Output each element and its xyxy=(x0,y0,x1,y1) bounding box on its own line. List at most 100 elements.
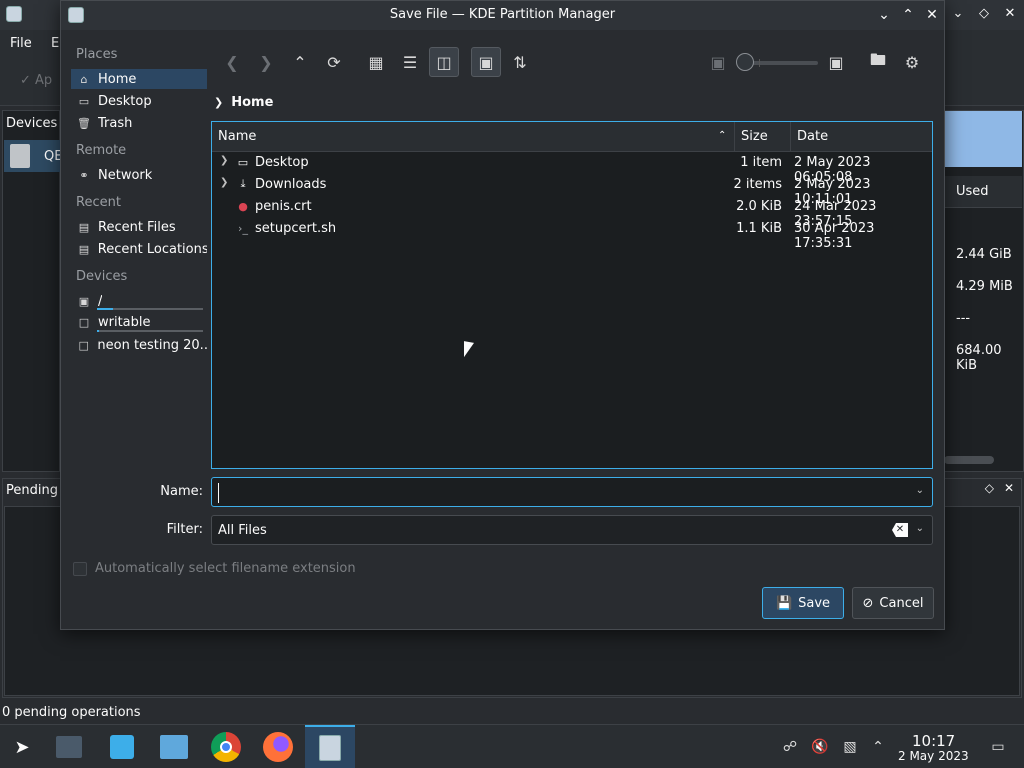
place-recent-locations[interactable]: ▤ Recent Locations xyxy=(71,239,207,259)
partition-graph-selected[interactable] xyxy=(944,111,1022,167)
preview-button[interactable]: ▣ xyxy=(471,47,501,77)
zoom-in-icon: ▣ xyxy=(828,52,844,72)
devices-panel-title: Devices xyxy=(6,116,58,131)
recent-files-icon: ▤ xyxy=(78,220,90,234)
new-folder-button[interactable]: 🖿 xyxy=(863,47,893,77)
reload-button[interactable]: ⟳ xyxy=(319,47,349,77)
keep-above-icon[interactable]: ◇ xyxy=(976,5,992,23)
sort-button[interactable]: ⇅ xyxy=(505,47,535,77)
forward-button[interactable]: ❯ xyxy=(251,47,281,77)
capacity-bar xyxy=(97,330,203,332)
breadcrumb: ❯ Home xyxy=(214,95,273,110)
clock-date[interactable]: 2 May 2023 xyxy=(898,749,969,763)
discover-button[interactable] xyxy=(106,731,138,763)
zoom-out-icon: ▣ xyxy=(710,52,726,72)
forward-icon: ❯ xyxy=(259,52,273,72)
column-header-name[interactable]: Name xyxy=(212,122,734,152)
show-desktop-icon[interactable]: ▭ xyxy=(988,737,1008,757)
tree-view-button[interactable]: ◫ xyxy=(429,47,459,77)
used-value: 684.00 KiB xyxy=(956,343,1002,373)
used-column-header[interactable]: Used xyxy=(944,176,1022,208)
place-trash[interactable]: 🗑 Trash xyxy=(71,113,207,133)
cancel-button[interactable]: ⊘ Cancel xyxy=(852,587,934,619)
firefox-button[interactable] xyxy=(262,731,294,763)
chrome-button[interactable] xyxy=(210,731,242,763)
column-header-date[interactable]: Date xyxy=(791,122,931,152)
file-list-header: Name ⌃ Size Date xyxy=(212,122,932,152)
options-button[interactable]: ⚙ xyxy=(897,47,927,77)
download-folder-icon: ⤓ xyxy=(240,177,246,190)
zoom-out-button[interactable]: ▣ xyxy=(703,47,733,77)
place-recent-files[interactable]: ▤ Recent Files xyxy=(71,217,207,237)
file-row[interactable]: ❯ ▭ Desktop 1 item 2 May 2023 06:05:08 xyxy=(212,152,932,185)
compact-view-button[interactable]: ☰ xyxy=(395,47,425,77)
sort-icon: ⇅ xyxy=(513,52,527,72)
network-icon: ⚭ xyxy=(79,168,89,182)
place-desktop[interactable]: ▭ Desktop xyxy=(71,91,207,111)
minimize-icon[interactable]: ⌄ xyxy=(950,5,966,23)
icons-view-button[interactable]: ▦ xyxy=(361,47,391,77)
expand-chevron-icon[interactable]: ❯ xyxy=(220,177,228,188)
close-icon[interactable]: ✕ xyxy=(924,5,940,25)
parent-folder-button[interactable]: ⌃ xyxy=(285,47,315,77)
menu-edit[interactable]: E xyxy=(51,36,59,51)
network-tray-icon[interactable]: ☍ xyxy=(780,737,800,757)
display-tray-icon[interactable]: ▧ xyxy=(840,737,860,757)
menu-file[interactable]: File xyxy=(10,36,32,51)
file-manager-button[interactable] xyxy=(158,731,190,763)
maximize-icon[interactable]: ⌃ xyxy=(900,5,916,25)
back-icon: ❮ xyxy=(225,52,239,72)
expand-chevron-icon[interactable]: ❯ xyxy=(220,155,228,166)
zoom-in-button[interactable]: ▣ xyxy=(821,47,851,77)
checkbox-box[interactable] xyxy=(73,561,87,576)
back-button[interactable]: ❮ xyxy=(217,47,247,77)
places-section-header: Places xyxy=(76,47,118,62)
auto-extension-checkbox[interactable]: Automatically select filename extension xyxy=(73,561,356,576)
partition-manager-app-icon xyxy=(6,6,22,22)
filename-input[interactable] xyxy=(218,483,898,503)
apply-button[interactable]: ✓ Ap xyxy=(20,73,52,88)
breadcrumb-chevron-icon[interactable]: ❯ xyxy=(214,96,223,109)
column-header-size[interactable]: Size xyxy=(735,122,791,152)
filter-combobox[interactable]: All Files ✕ ⌄ xyxy=(211,515,933,545)
volume-muted-icon[interactable]: 🔇 xyxy=(810,737,830,757)
name-label: Name: xyxy=(160,484,203,499)
file-row[interactable]: ❯ ⤓ Downloads 2 items 2 May 2023 10:11:0… xyxy=(212,174,932,207)
cancel-icon: ⊘ xyxy=(862,595,874,611)
zoom-slider-handle[interactable] xyxy=(736,53,754,71)
breadcrumb-home[interactable]: Home xyxy=(231,95,273,110)
chevron-up-icon[interactable]: ⌃ xyxy=(868,737,888,757)
file-size: 2.0 KiB xyxy=(736,199,782,214)
used-value: --- xyxy=(956,311,971,326)
close-icon[interactable]: ✕ xyxy=(1002,5,1018,23)
drive-icon: □ xyxy=(78,315,90,329)
places-panel: Places ⌂ Home ▭ Desktop 🗑 Trash Remote ⚭… xyxy=(71,41,209,361)
pending-panel-title: Pending xyxy=(6,483,58,498)
clear-icon[interactable]: ✕ xyxy=(892,523,908,537)
clock-time[interactable]: 10:17 xyxy=(912,732,955,750)
file-row[interactable]: ● penis.crt 2.0 KiB 24 Mar 2023 23:57:15 xyxy=(212,196,932,229)
file-row[interactable]: ›_ setupcert.sh 1.1 KiB 30 Apr 2023 17:3… xyxy=(212,218,932,251)
close-icon[interactable]: ✕ xyxy=(1004,481,1014,495)
system-settings-button[interactable] xyxy=(53,731,85,763)
float-icon[interactable]: ◇ xyxy=(985,481,994,495)
column-header-label: Size xyxy=(741,129,768,144)
save-icon: 💾 xyxy=(775,595,793,611)
horizontal-scrollbar[interactable] xyxy=(944,456,994,464)
mouse-cursor xyxy=(464,341,474,359)
minimize-icon[interactable]: ⌄ xyxy=(876,5,892,25)
places-section-header: Remote xyxy=(76,143,127,158)
place-device-writable[interactable]: □ writable xyxy=(71,312,207,332)
app-launcher-button[interactable]: ➤ xyxy=(6,731,38,763)
place-home[interactable]: ⌂ Home xyxy=(71,69,207,89)
save-button[interactable]: 💾 Save xyxy=(762,587,844,619)
place-device-neon[interactable]: □ neon testing 20... xyxy=(71,335,207,355)
firefox-icon xyxy=(263,732,293,762)
partition-manager-task[interactable] xyxy=(305,725,355,768)
filename-combobox[interactable]: ⌄ xyxy=(211,477,933,507)
chevron-down-icon[interactable]: ⌄ xyxy=(916,523,924,534)
place-network[interactable]: ⚭ Network xyxy=(71,165,207,185)
file-list-view[interactable]: Name ⌃ Size Date ❯ ▭ Desktop 1 item 2 Ma… xyxy=(211,121,933,469)
chevron-down-icon[interactable]: ⌄ xyxy=(916,485,924,496)
device-list-item[interactable]: QE xyxy=(4,140,62,172)
